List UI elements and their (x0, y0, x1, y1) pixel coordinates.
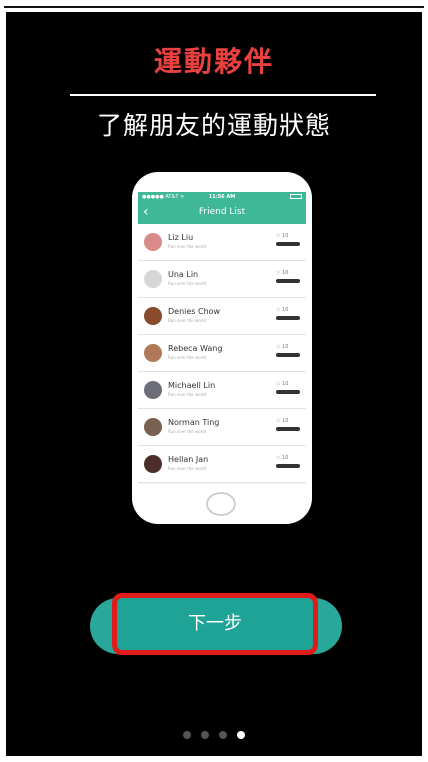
friend-name: Una Lin (168, 270, 199, 279)
avatar (144, 270, 162, 288)
avatar (144, 381, 162, 399)
top-divider (4, 6, 424, 8)
clock-label: 11:56 AM (208, 194, 236, 200)
phone-status-bar: ●●●●● AT&T ᯤ 11:56 AM (138, 192, 306, 202)
avatar (144, 307, 162, 325)
avatar (144, 418, 162, 436)
list-item: Norman Ting Run over the world ☆ 10 (138, 409, 306, 446)
friend-name: Rebeca Wang (168, 344, 223, 353)
friend-subtitle: Run over the world (168, 281, 206, 286)
avatar (144, 233, 162, 251)
progress-bar (276, 242, 300, 246)
phone-home-button-icon (206, 492, 236, 516)
list-item: Michaell Lin Run over the world ☆ 10 (138, 372, 306, 409)
page-title: 運動夥伴 (153, 45, 274, 78)
phone-nav-bar: ‹ Friend List (138, 202, 306, 224)
next-button[interactable]: 下一步 (112, 593, 318, 655)
star-count: ☆ 10 (276, 418, 289, 424)
star-count: ☆ 10 (276, 307, 289, 313)
avatar (144, 455, 162, 473)
star-count: ☆ 10 (276, 455, 289, 461)
friend-subtitle: Run over the world (168, 466, 206, 471)
battery-icon (290, 194, 302, 199)
friend-name: Hellan Jan (168, 455, 209, 464)
friend-subtitle: Run over the world (168, 244, 206, 249)
friend-name: Denies Chow (168, 307, 221, 316)
friend-subtitle: Run over the world (168, 355, 206, 360)
friend-name: Liz Liu (168, 233, 194, 242)
title-divider (70, 94, 376, 96)
page-indicator (0, 724, 428, 743)
list-item: Rebeca Wang Run over the world ☆ 10 (138, 335, 306, 372)
star-count: ☆ 10 (276, 233, 289, 239)
phone-screen: ●●●●● AT&T ᯤ 11:56 AM ‹ Friend List Liz … (138, 192, 306, 484)
avatar (144, 344, 162, 362)
list-item: Una Lin Run over the world ☆ 10 (138, 261, 306, 298)
list-item: Liz Liu Run over the world ☆ 10 (138, 224, 306, 261)
friend-list-title: Friend List (198, 207, 246, 217)
app-frame: 運動夥伴 了解朋友的運動狀態 ●●●●● AT&T ᯤ 11:56 AM ‹ F… (0, 0, 428, 762)
page-dot[interactable] (219, 731, 227, 739)
list-item: Hellan Jan Run over the world ☆ 10 (138, 446, 306, 483)
page-dot[interactable] (183, 731, 191, 739)
page-subtitle: 了解朋友的運動狀態 (96, 111, 331, 140)
phone-mockup: ●●●●● AT&T ᯤ 11:56 AM ‹ Friend List Liz … (132, 172, 312, 524)
friend-name: Michaell Lin (168, 381, 216, 390)
friend-list: Liz Liu Run over the world ☆ 10 Una Lin Run … (138, 224, 306, 483)
progress-bar (276, 279, 300, 283)
friend-name: Norman Ting (168, 418, 220, 427)
star-count: ☆ 10 (276, 381, 289, 387)
friend-subtitle: Run over the world (168, 318, 206, 323)
progress-bar (276, 427, 300, 431)
progress-bar (276, 353, 300, 357)
progress-bar (276, 390, 300, 394)
friend-subtitle: Run over the world (168, 429, 206, 434)
star-count: ☆ 10 (276, 270, 289, 276)
progress-bar (276, 464, 300, 468)
page-dot[interactable] (201, 731, 209, 739)
friend-subtitle: Run over the world (168, 392, 206, 397)
progress-bar (276, 316, 300, 320)
star-count: ☆ 10 (276, 344, 289, 350)
list-item: Denies Chow Run over the world ☆ 10 (138, 298, 306, 335)
page-dot[interactable] (237, 731, 245, 739)
